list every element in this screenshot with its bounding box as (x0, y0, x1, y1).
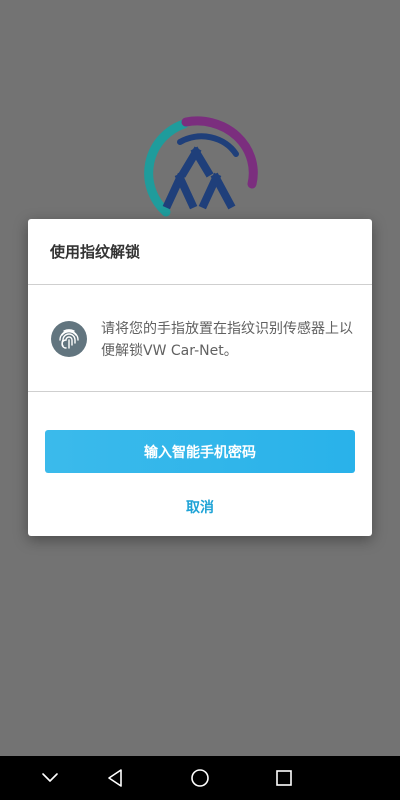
cancel-button[interactable]: 取消 (150, 491, 250, 523)
system-navigation-bar (0, 756, 400, 800)
chevron-down-icon[interactable] (28, 756, 72, 800)
back-triangle-icon[interactable] (93, 756, 137, 800)
vw-car-net-logo (144, 116, 258, 217)
recents-square-icon[interactable] (262, 756, 306, 800)
enter-phone-password-button[interactable]: 输入智能手机密码 (45, 430, 355, 473)
fingerprint-icon (51, 321, 87, 357)
dialog-message: 请将您的手指放置在指纹识别传感器上以便解锁VW Car-Net。 (101, 321, 353, 359)
title-divider (28, 284, 372, 285)
dialog-title: 使用指纹解锁 (50, 243, 141, 261)
fingerprint-unlock-dialog: 使用指纹解锁 请将您的手指放置在指纹识别传感器上以便解锁VW Car-Net。 … (28, 219, 372, 536)
home-circle-icon[interactable] (178, 756, 222, 800)
content-divider (28, 391, 372, 392)
